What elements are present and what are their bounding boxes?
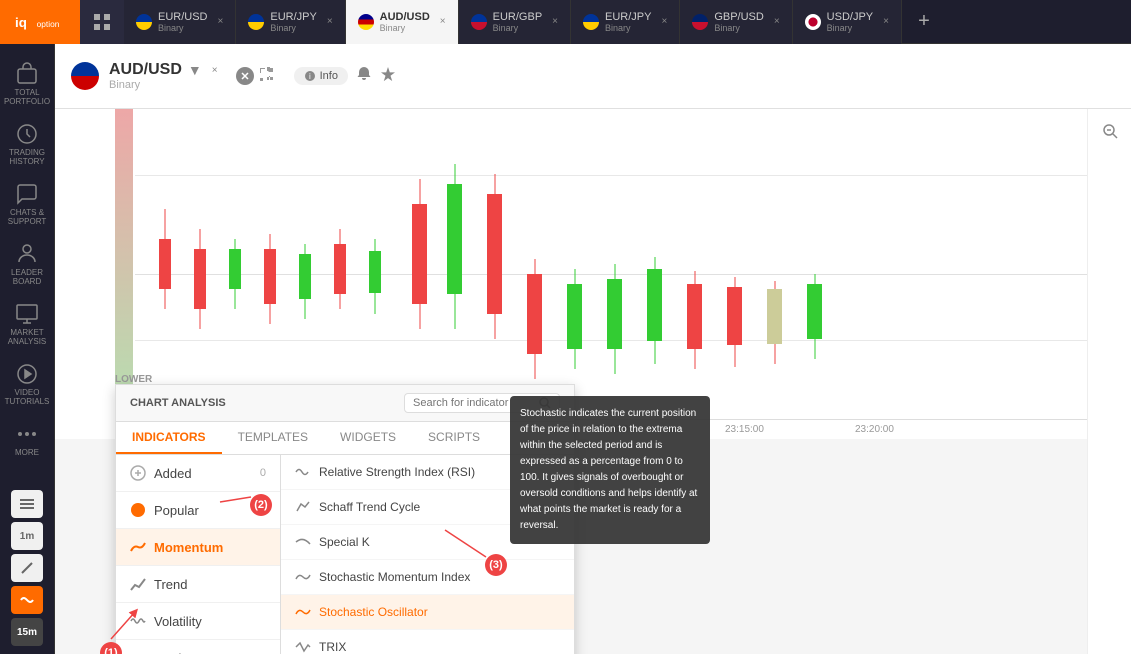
category-momentum[interactable]: Momentum <box>116 529 280 566</box>
sidebar-item-history[interactable]: TRADING HISTORY <box>0 114 54 174</box>
tab-eur-jpy-2[interactable]: EUR/JPY Binary × <box>571 0 680 44</box>
indicator-smi[interactable]: Stochastic Momentum Index <box>281 560 574 595</box>
sidebar-item-portfolio[interactable]: TOTAL PORTFOLIO <box>0 54 54 114</box>
info-button[interactable]: i Info <box>294 67 348 85</box>
close-tab-aud-usd[interactable]: × <box>440 16 446 27</box>
close-tab-eur-jpy-1[interactable]: × <box>327 16 333 27</box>
sidebar-item-analysis[interactable]: MARKET ANALYSIS <box>0 294 54 354</box>
chart-header: AUD/USD ▼ × Binary i Info <box>55 44 1131 109</box>
close-tab-eur-gbp[interactable]: × <box>552 16 558 27</box>
category-added[interactable]: Added 0 <box>116 455 280 492</box>
close-tab-eur-usd[interactable]: × <box>218 16 224 27</box>
zoom-out-button[interactable] <box>1098 119 1122 148</box>
callout-2: (2) <box>250 494 272 516</box>
grid-button[interactable] <box>80 0 124 44</box>
draw-tool[interactable] <box>11 554 43 582</box>
tab-gbp-usd[interactable]: GBP/USD Binary × <box>680 0 792 44</box>
tab-eur-jpy-1[interactable]: EUR/JPY Binary × <box>236 0 345 44</box>
indicator-trix[interactable]: TRIX <box>281 630 574 654</box>
category-list: Added 0 Popular Momentum Trend <box>116 455 281 654</box>
tab-widgets[interactable]: WIDGETS <box>324 422 412 454</box>
close-tab-eur-jpy-2[interactable]: × <box>661 16 667 27</box>
logo: iq option <box>0 0 80 44</box>
tab-usd-jpy[interactable]: USD/JPY Binary × <box>793 0 902 44</box>
tab-scripts[interactable]: SCRIPTS <box>412 422 496 454</box>
analysis-body: Added 0 Popular Momentum Trend <box>116 455 574 654</box>
main-layout: TOTAL PORTFOLIO TRADING HISTORY CHATS & … <box>0 44 1131 654</box>
sidebar-item-leaderboard[interactable]: LEADER BOARD <box>0 234 54 294</box>
stochastic-tooltip: Stochastic indicates the current positio… <box>510 396 710 544</box>
timeframe-1m[interactable]: 1m <box>11 522 43 550</box>
tab-templates[interactable]: TEMPLATES <box>222 422 324 454</box>
category-moving-averages[interactable]: Moving Averages <box>116 640 280 654</box>
chart-area: AUD/USD ▼ × Binary i Info <box>55 44 1131 654</box>
resize-icon[interactable] <box>236 67 254 85</box>
dropdown-arrow-icon[interactable]: ▼ <box>188 62 202 78</box>
toolbar-bars-button[interactable] <box>11 490 43 518</box>
top-bar: iq option EUR/USD Binary × EUR/JPY Binar… <box>0 0 1131 44</box>
sidebar-item-more[interactable]: MORE <box>0 414 54 465</box>
category-volatility[interactable]: Volatility <box>116 603 280 640</box>
tab-indicators[interactable]: INDICATORS <box>116 422 222 454</box>
close-tab-gbp-usd[interactable]: × <box>774 16 780 27</box>
category-trend[interactable]: Trend <box>116 566 280 603</box>
analysis-panel-header: CHART ANALYSIS <box>116 385 574 422</box>
close-chart-button[interactable]: × <box>212 65 218 76</box>
tab-aud-usd[interactable]: AUD/USD Binary × <box>346 0 459 44</box>
pair-flag <box>71 62 99 90</box>
svg-text:iq: iq <box>15 15 27 30</box>
close-tab-usd-jpy[interactable]: × <box>883 16 889 27</box>
star-icon[interactable] <box>380 66 396 87</box>
timeframe-15m[interactable]: 15m <box>11 618 43 646</box>
sidebar-item-support[interactable]: CHATS & SUPPORT <box>0 174 54 234</box>
tab-eur-usd[interactable]: EUR/USD Binary × <box>124 0 236 44</box>
pair-info: AUD/USD ▼ × Binary <box>109 61 218 91</box>
sidebar: TOTAL PORTFOLIO TRADING HISTORY CHATS & … <box>0 44 55 654</box>
svg-text:option: option <box>37 19 60 29</box>
category-added-label: Added <box>154 466 192 481</box>
callout-3: (3) <box>485 554 507 576</box>
bell-icon[interactable] <box>356 66 372 87</box>
analysis-tabs: INDICATORS TEMPLATES WIDGETS SCRIPTS <box>116 422 574 455</box>
analysis-panel: CHART ANALYSIS INDICATORS TEMPLATES WIDG… <box>115 384 575 654</box>
wave-tool[interactable] <box>11 586 43 614</box>
tab-eur-gbp[interactable]: EUR/GBP Binary × <box>459 0 571 44</box>
chart-resize-button[interactable] <box>258 66 274 87</box>
right-controls <box>1087 109 1131 654</box>
add-tab-button[interactable]: + <box>902 0 946 44</box>
svg-text:i: i <box>309 72 311 81</box>
indicator-stochastic-oscillator[interactable]: Stochastic Oscillator <box>281 595 574 630</box>
sidebar-item-tutorials[interactable]: VIDEO TUTORIALS <box>0 354 54 414</box>
